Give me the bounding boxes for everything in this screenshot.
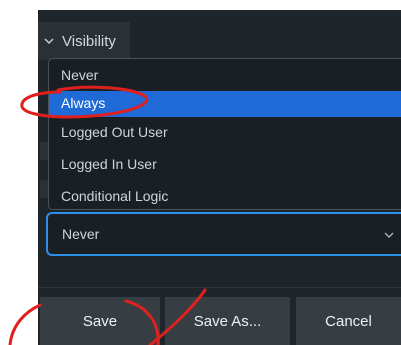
option-never[interactable]: Never xyxy=(61,66,98,84)
save-button[interactable]: Save xyxy=(40,297,160,345)
screenshot-stage: Visibility Never Always Logged Out User … xyxy=(0,0,401,345)
option-logged-in-user[interactable]: Logged In User xyxy=(61,155,157,173)
visibility-options-list: Never Always Logged Out User Logged In U… xyxy=(48,58,401,210)
cancel-button[interactable]: Cancel xyxy=(296,297,401,345)
visibility-label: Visibility xyxy=(62,32,116,50)
annotation-circle-save-left xyxy=(8,303,42,345)
underlying-control-edge xyxy=(40,142,48,160)
visibility-select[interactable]: Never xyxy=(46,212,401,256)
visibility-select-value: Never xyxy=(62,226,100,242)
option-always-label: Always xyxy=(61,95,106,111)
footer-divider xyxy=(38,287,401,288)
chevron-down-icon xyxy=(44,37,54,45)
option-conditional-logic[interactable]: Conditional Logic xyxy=(61,187,168,205)
option-logged-out-user[interactable]: Logged Out User xyxy=(61,123,168,141)
visibility-section-toggle[interactable]: Visibility xyxy=(38,22,130,60)
underlying-control-edge xyxy=(40,180,48,198)
save-as-button[interactable]: Save As... xyxy=(165,297,290,345)
option-always[interactable]: Always xyxy=(49,91,401,117)
